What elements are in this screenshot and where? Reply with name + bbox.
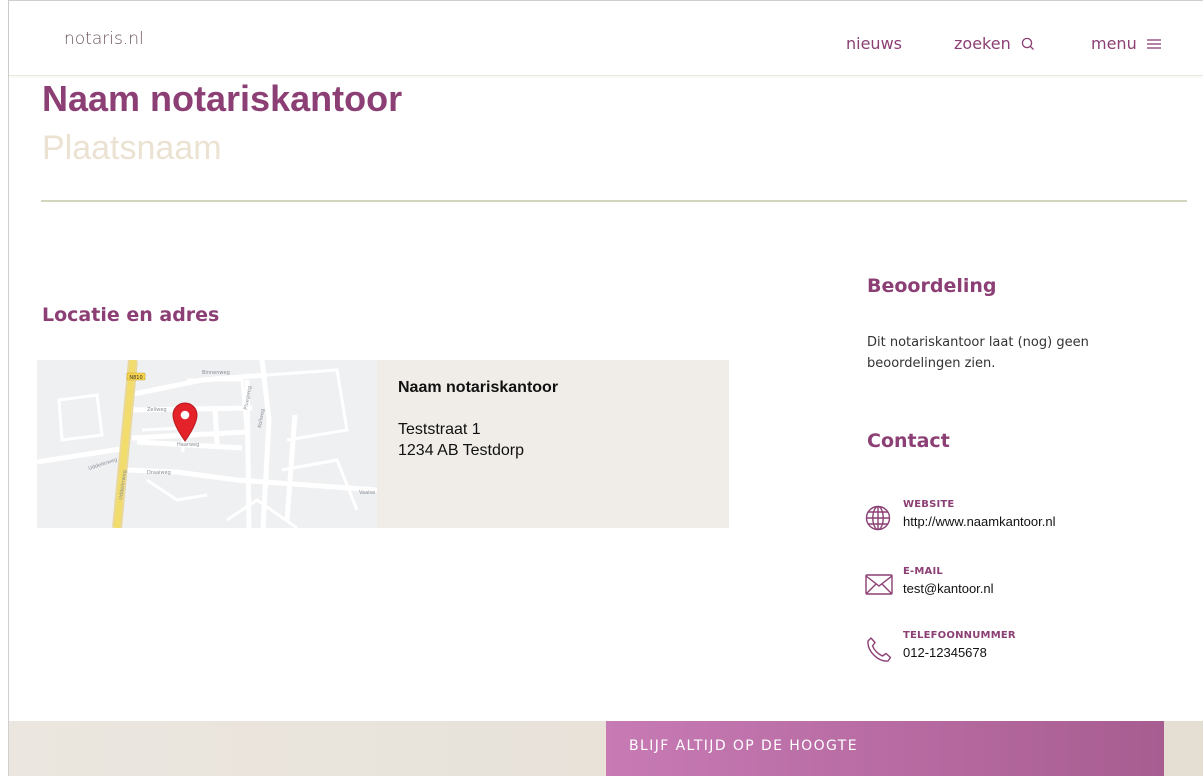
map-street-label: Haarweg (177, 442, 199, 448)
address-postal-city: 1234 AB Testdorp (398, 442, 525, 459)
website-link[interactable]: http://www.naamkantoor.nl (903, 514, 1055, 529)
map-street-label: Vaalse (359, 490, 375, 496)
email-link[interactable]: test@kantoor.nl (903, 581, 994, 596)
site-logo[interactable]: notaris.nl (64, 29, 144, 49)
location-map[interactable]: N810 Binnenweg Zeilweg Haarweg Uddelerwe… (37, 360, 377, 528)
map-graphic: N810 Binnenweg Zeilweg Haarweg Uddelerwe… (37, 360, 377, 528)
envelope-icon (865, 574, 893, 595)
nav-menu-button[interactable]: menu (1091, 34, 1161, 53)
nav-news-label: nieuws (846, 34, 902, 53)
review-text: Dit notariskantoor laat (nog) geen beoor… (867, 335, 1089, 371)
address-street: Teststraat 1 (398, 421, 481, 438)
newsletter-banner[interactable]: BLIJF ALTIJD OP DE HOOGTE (606, 721, 1164, 776)
phone-label: TELEFOONNUMMER (903, 630, 1016, 641)
nav-search-button[interactable]: zoeken (954, 34, 1035, 53)
nav-news-link[interactable]: nieuws (846, 34, 902, 53)
map-street-label: Zeilweg (147, 407, 167, 413)
phone-icon (867, 637, 892, 662)
map-street-label: Draaiweg (147, 470, 171, 476)
phone-link[interactable]: 012-12345678 (903, 645, 987, 660)
site-header: notaris.nl nieuws zoeken menu (9, 1, 1203, 76)
review-heading: Beoordeling (867, 275, 997, 297)
globe-icon (865, 505, 891, 531)
address-card: Naam notariskantoor Teststraat 1 1234 AB… (377, 360, 729, 528)
location-heading: Locatie en adres (42, 304, 220, 326)
title-divider (41, 200, 1187, 202)
nav-menu-label: menu (1091, 34, 1137, 53)
address-office-name: Naam notariskantoor (398, 379, 559, 396)
window-border-left (8, 0, 9, 776)
office-name-title: Naam notariskantoor (42, 78, 403, 119)
road-badge-label: N810 (129, 375, 142, 381)
contact-heading: Contact (867, 430, 950, 452)
search-icon (1021, 37, 1034, 50)
website-label: WEBSITE (903, 499, 955, 510)
office-city-subtitle: Plaatsnaam (42, 129, 222, 167)
nav-search-label: zoeken (954, 34, 1011, 53)
email-label: E-MAIL (903, 566, 943, 577)
map-street-label: Binnenweg (202, 370, 230, 376)
hamburger-icon (1146, 38, 1161, 49)
